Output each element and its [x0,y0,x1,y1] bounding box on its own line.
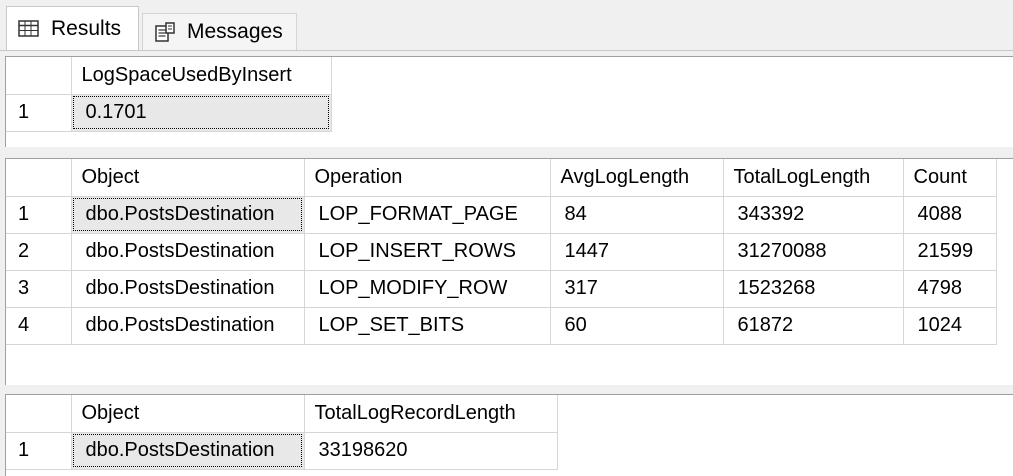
table-cell[interactable]: 4088 [903,196,997,234]
table-cell[interactable]: 33198620 [304,432,558,470]
table-cell[interactable]: dbo.PostsDestination [71,233,305,271]
row-number[interactable]: 1 [6,94,72,132]
table-cell[interactable]: 1024 [903,307,997,345]
table-cell[interactable]: 84 [550,196,724,234]
column-header-object[interactable]: Object [71,395,305,433]
table-cell[interactable]: 61872 [723,307,904,345]
tab-messages[interactable]: Messages [142,13,297,50]
row-number[interactable]: 4 [6,307,72,345]
column-header-totallogrecordlength[interactable]: TotalLogRecordLength [304,395,558,433]
table-cell[interactable]: 21599 [903,233,997,271]
table-cell[interactable]: dbo.PostsDestination [71,196,305,234]
header-row: LogSpaceUsedByInsert [6,57,332,95]
table-cell[interactable]: 31270088 [723,233,904,271]
column-header-logspaceusedbyinsert[interactable]: LogSpaceUsedByInsert [71,57,332,95]
table-row: 4 dbo.PostsDestination LOP_SET_BITS 60 6… [6,307,997,345]
column-header-avgloglength[interactable]: AvgLogLength [550,159,724,197]
table-cell[interactable]: 1447 [550,233,724,271]
table-cell[interactable]: 1523268 [723,270,904,308]
tab-divider [0,50,1013,51]
table-cell[interactable]: 317 [550,270,724,308]
header-row: Object Operation AvgLogLength TotalLogLe… [6,159,997,197]
table-cell[interactable]: 4798 [903,270,997,308]
header-row: Object TotalLogRecordLength [6,395,558,433]
grid-icon [17,18,41,40]
table-cell[interactable]: LOP_INSERT_ROWS [304,233,551,271]
row-number[interactable]: 1 [6,196,72,234]
table-cell[interactable]: LOP_SET_BITS [304,307,551,345]
result-table-3: Object TotalLogRecordLength 1 dbo.PostsD… [6,395,558,470]
column-header-totalloglength[interactable]: TotalLogLength [723,159,904,197]
row-number[interactable]: 3 [6,270,72,308]
table-row: 1 dbo.PostsDestination LOP_FORMAT_PAGE 8… [6,196,997,234]
table-row: 1 0.1701 [6,94,332,132]
table-cell[interactable]: LOP_MODIFY_ROW [304,270,551,308]
table-row: 3 dbo.PostsDestination LOP_MODIFY_ROW 31… [6,270,997,308]
result-grid-2[interactable]: Object Operation AvgLogLength TotalLogLe… [5,158,1013,385]
column-header-rownum[interactable] [6,395,72,433]
tab-results[interactable]: Results [6,6,139,51]
column-header-count[interactable]: Count [903,159,997,197]
messages-icon [153,21,177,43]
table-cell[interactable]: dbo.PostsDestination [71,432,305,470]
table-cell[interactable]: 0.1701 [71,94,332,132]
table-cell[interactable]: 60 [550,307,724,345]
column-header-rownum[interactable] [6,159,72,197]
table-cell[interactable]: dbo.PostsDestination [71,270,305,308]
results-tab-strip: Results Messages [0,0,1013,51]
table-cell[interactable]: dbo.PostsDestination [71,307,305,345]
result-grid-1[interactable]: LogSpaceUsedByInsert 1 0.1701 [5,56,1013,147]
table-row: 1 dbo.PostsDestination 33198620 [6,432,558,470]
column-header-object[interactable]: Object [71,159,305,197]
column-header-rownum[interactable] [6,57,72,95]
tab-messages-label: Messages [187,20,283,43]
tab-results-label: Results [51,16,122,40]
column-header-operation[interactable]: Operation [304,159,551,197]
result-grid-3[interactable]: Object TotalLogRecordLength 1 dbo.PostsD… [5,394,1013,476]
table-row: 2 dbo.PostsDestination LOP_INSERT_ROWS 1… [6,233,997,271]
result-table-2: Object Operation AvgLogLength TotalLogLe… [6,159,997,345]
table-cell[interactable]: LOP_FORMAT_PAGE [304,196,551,234]
table-cell[interactable]: 343392 [723,196,904,234]
row-number[interactable]: 2 [6,233,72,271]
row-number[interactable]: 1 [6,432,72,470]
result-table-1: LogSpaceUsedByInsert 1 0.1701 [6,57,332,132]
